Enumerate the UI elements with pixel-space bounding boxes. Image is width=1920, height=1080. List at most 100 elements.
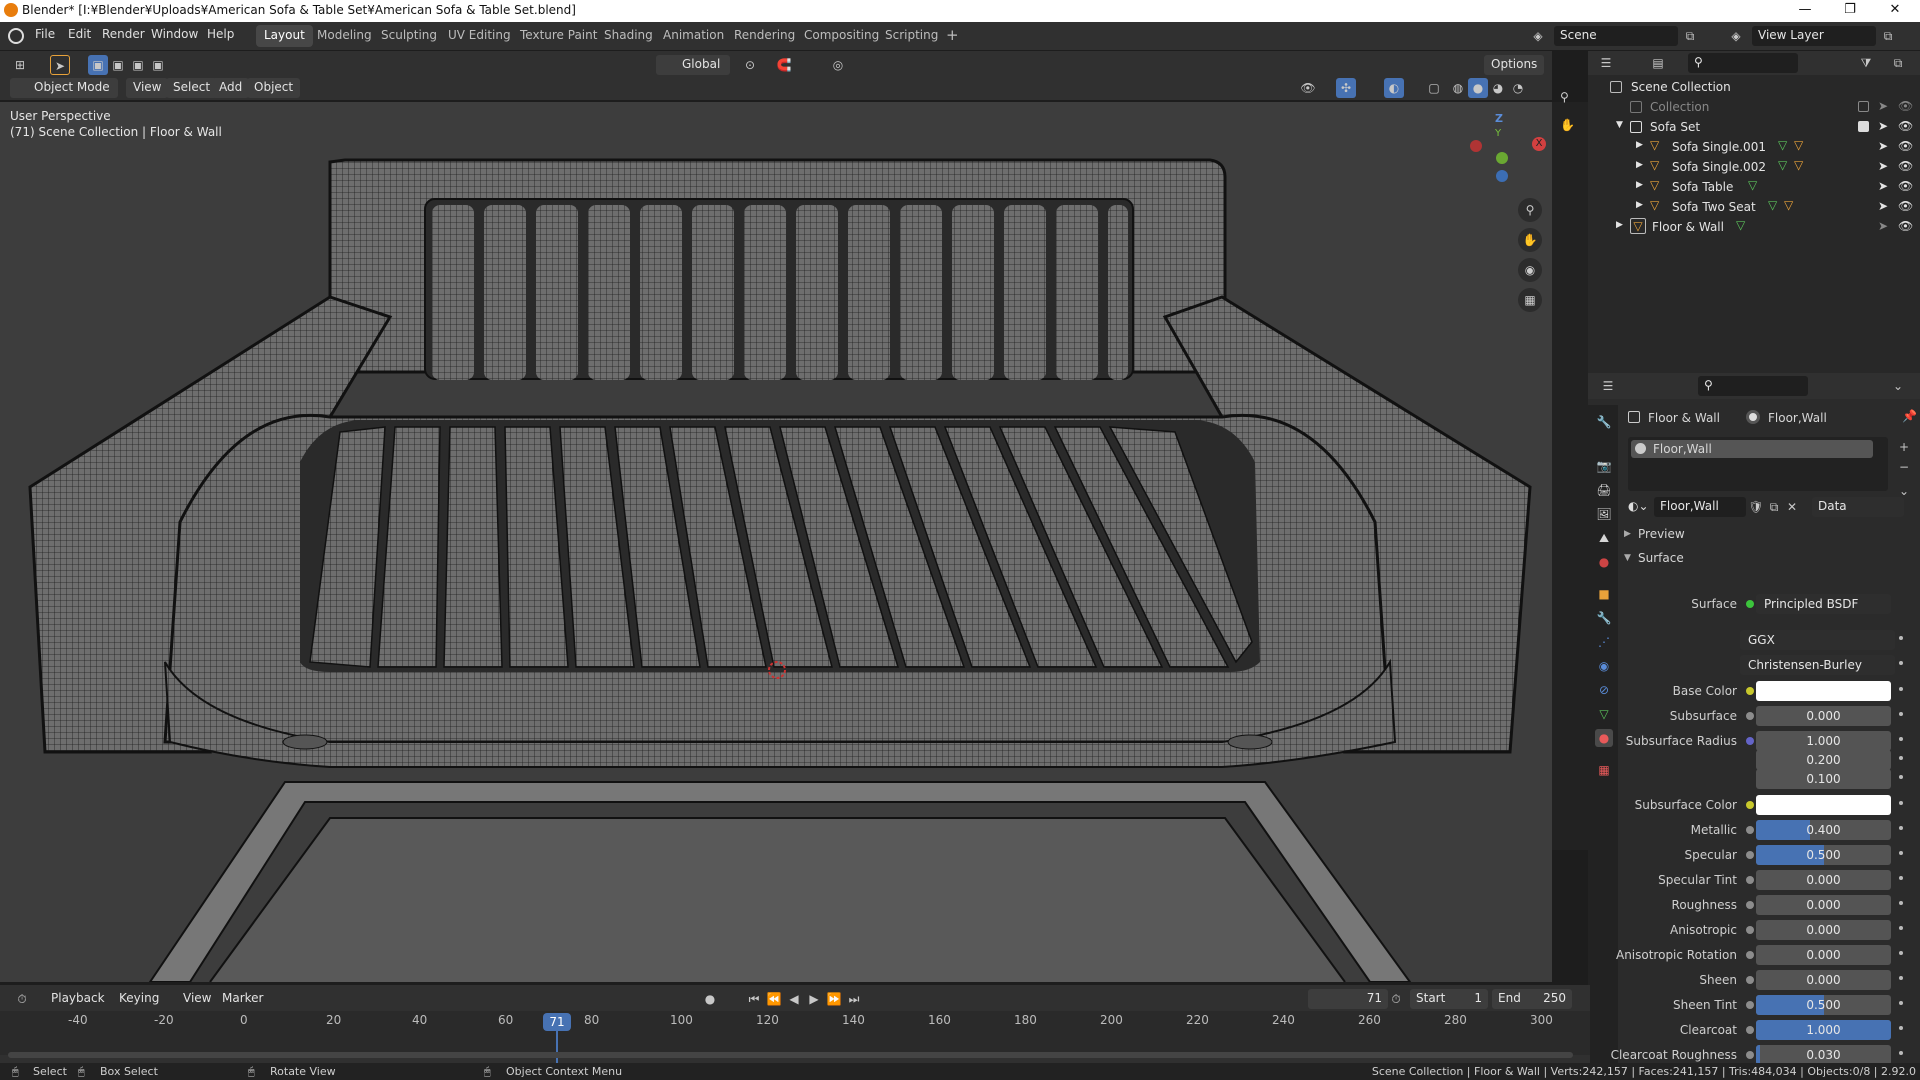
maximize-button[interactable]: ❐ — [1835, 2, 1865, 17]
socket-icon[interactable] — [1746, 951, 1754, 959]
socket-icon[interactable] — [1746, 1001, 1754, 1009]
duplicate-material-icon[interactable]: ⧉ — [1764, 497, 1784, 517]
pin-icon[interactable]: 📌 — [1902, 409, 1917, 423]
properties-search-input[interactable]: ⚲ — [1698, 376, 1808, 396]
rendered-shading-icon[interactable]: ◔ — [1508, 78, 1528, 98]
zoom-strip-icon[interactable]: ⚲ — [1560, 90, 1569, 104]
distribution-row[interactable]: GGX — [1618, 629, 1920, 651]
visibility-toggle-icon[interactable]: 👁 — [1898, 139, 1913, 153]
gizmo-x-axis[interactable]: X — [1532, 137, 1546, 151]
playback-menu[interactable]: Playback — [44, 989, 112, 1009]
expand-icon[interactable]: ▶ — [1636, 200, 1643, 210]
prop-row-base-color[interactable]: Base Color — [1618, 680, 1920, 702]
socket-icon[interactable] — [1746, 737, 1754, 745]
modifier-icon[interactable]: ▽ — [1794, 138, 1803, 152]
keyframe-dot[interactable] — [1899, 687, 1903, 691]
add-menu[interactable]: Add — [212, 78, 250, 98]
object-mode-dropdown[interactable]: Object Mode — [10, 78, 118, 98]
scene-collection-row[interactable]: Scene Collection — [1588, 77, 1920, 97]
socket-icon[interactable] — [1746, 712, 1754, 720]
select-tool-icon[interactable]: ➤ — [50, 55, 70, 75]
surface-panel-header[interactable]: ▼ Surface — [1622, 549, 1918, 571]
navigation-gizmo[interactable]: Z X Y — [1460, 112, 1546, 192]
prop-field-specular-tint[interactable]: 0.000 — [1756, 870, 1891, 890]
prev-keyframe-icon[interactable]: ⏪ — [764, 989, 784, 1009]
visibility-toggle-icon[interactable]: 👁 — [1898, 219, 1913, 233]
prop-field-radius-4[interactable]: 0.100 — [1756, 769, 1891, 789]
select-mode-intersect-icon[interactable]: ▣ — [148, 55, 168, 75]
tab-texture-paint[interactable]: Texture Paint — [512, 25, 605, 47]
material-selector[interactable]: ◐⌄ Floor,Wall 🛡 ⧉ ✕ Data — [1628, 497, 1918, 519]
prop-field-anisotropic[interactable]: 0.000 — [1756, 920, 1891, 940]
gizmo-neg-x[interactable] — [1470, 140, 1482, 152]
material-tab-icon[interactable]: ● — [1595, 729, 1613, 747]
scene-browse-icon[interactable]: ◈ — [1528, 26, 1548, 46]
prop-field-sheen[interactable]: 0.000 — [1756, 970, 1891, 990]
zoom-icon[interactable]: ⚲ — [1518, 198, 1542, 222]
prop-field-base-color[interactable] — [1756, 681, 1891, 701]
keyframe-dot[interactable] — [1899, 636, 1903, 640]
pivot-point-icon[interactable]: ⊙ — [740, 55, 760, 75]
surface-shader-field[interactable]: Principled BSDF — [1756, 594, 1891, 614]
tab-layout[interactable]: Layout — [256, 25, 313, 47]
keyframe-dot[interactable] — [1899, 1051, 1903, 1055]
expand-icon[interactable]: ▶ — [1636, 180, 1643, 190]
snap-icon[interactable]: 🧲 — [774, 55, 794, 75]
prop-row-subsurface-color[interactable]: Subsurface Color — [1618, 794, 1920, 816]
close-button[interactable]: ✕ — [1880, 2, 1910, 17]
socket-icon[interactable] — [1746, 976, 1754, 984]
marker-menu[interactable]: Marker — [215, 989, 270, 1009]
output-tab-icon[interactable]: 🖨 — [1595, 481, 1613, 499]
outliner-row-sofa-two-seat[interactable]: ▶ ▽ Sofa Two Seat ▽ ▽ ➤ 👁 — [1588, 197, 1920, 217]
modifier-icon[interactable]: ▽ — [1784, 198, 1793, 212]
end-frame-field[interactable]: End 250 — [1492, 989, 1572, 1009]
select-toggle-icon[interactable]: ➤ — [1878, 99, 1888, 113]
scene-field[interactable]: Scene — [1554, 26, 1678, 46]
select-toggle-icon[interactable]: ➤ — [1878, 119, 1888, 133]
auto-key-icon[interactable]: ● — [700, 989, 720, 1009]
material-shading-icon[interactable]: ◕ — [1488, 78, 1508, 98]
3d-viewport[interactable]: User Perspective (71) Scene Collection |… — [0, 102, 1552, 982]
timeline-view-menu[interactable]: View — [176, 989, 218, 1009]
view-layer-browse-icon[interactable]: ◈ — [1726, 26, 1746, 46]
prop-field-anisotropic-rotation[interactable]: 0.000 — [1756, 945, 1891, 965]
visibility-toggle-icon[interactable]: 👁 — [1898, 179, 1913, 193]
properties-options-icon[interactable]: ⌄ — [1888, 376, 1908, 396]
display-mode-icon[interactable]: ▤ — [1648, 53, 1668, 73]
mesh-data-icon[interactable]: ▽ — [1748, 178, 1757, 192]
prop-field-clearcoat-roughness[interactable]: 0.030 — [1756, 1045, 1891, 1065]
keyframe-dot[interactable] — [1899, 775, 1903, 779]
timeline-editor-type-icon[interactable]: ⏱ — [12, 989, 32, 1009]
menu-file[interactable]: File — [35, 27, 55, 41]
render-tab-icon[interactable]: 📷 — [1595, 457, 1613, 475]
visibility-icon[interactable]: 👁 — [1298, 78, 1318, 98]
object-tab-icon[interactable]: ■ — [1595, 585, 1613, 603]
prop-row-specular[interactable]: Specular 0.500 — [1618, 844, 1920, 866]
timeline-scrollbar[interactable] — [8, 1052, 1573, 1058]
outliner-search-input[interactable]: ⚲ — [1688, 53, 1798, 73]
add-workspace-button[interactable]: + — [938, 23, 967, 45]
socket-icon[interactable] — [1746, 687, 1754, 695]
gizmo-icon[interactable]: ✣ — [1336, 78, 1356, 98]
socket-icon[interactable] — [1746, 1051, 1754, 1059]
prop-row-sheen-tint[interactable]: Sheen Tint 0.500 — [1618, 994, 1920, 1016]
particles-tab-icon[interactable]: ⋰ — [1595, 633, 1613, 651]
mesh-data-icon[interactable]: ▽ — [1736, 218, 1745, 232]
mesh-data-icon[interactable]: ▽ — [1778, 138, 1787, 152]
select-mode-extend-icon[interactable]: ▣ — [108, 55, 128, 75]
keyframe-dot[interactable] — [1899, 801, 1903, 805]
prop-field-metallic[interactable]: 0.400 — [1756, 820, 1891, 840]
menu-help[interactable]: Help — [207, 27, 234, 41]
outliner-row-floor-wall[interactable]: ▶ ▽ Floor & Wall ▽ ➤ 👁 — [1588, 217, 1920, 237]
prop-row-sheen[interactable]: Sheen 0.000 — [1618, 969, 1920, 991]
keyframe-dot[interactable] — [1899, 926, 1903, 930]
select-toggle-icon[interactable]: ➤ — [1878, 179, 1888, 193]
start-frame-field[interactable]: Start 1 — [1410, 989, 1488, 1009]
prop-field-sheen-tint[interactable]: 0.500 — [1756, 995, 1891, 1015]
exclude-checkbox[interactable] — [1858, 101, 1869, 112]
material-slot-list[interactable]: Floor,Wall — [1628, 437, 1888, 491]
prop-row-specular-tint[interactable]: Specular Tint 0.000 — [1618, 869, 1920, 891]
solid-shading-icon[interactable]: ● — [1468, 78, 1488, 98]
hand-strip-icon[interactable]: ✋ — [1560, 118, 1575, 132]
wireframe-shading-icon[interactable]: ◍ — [1448, 78, 1468, 98]
